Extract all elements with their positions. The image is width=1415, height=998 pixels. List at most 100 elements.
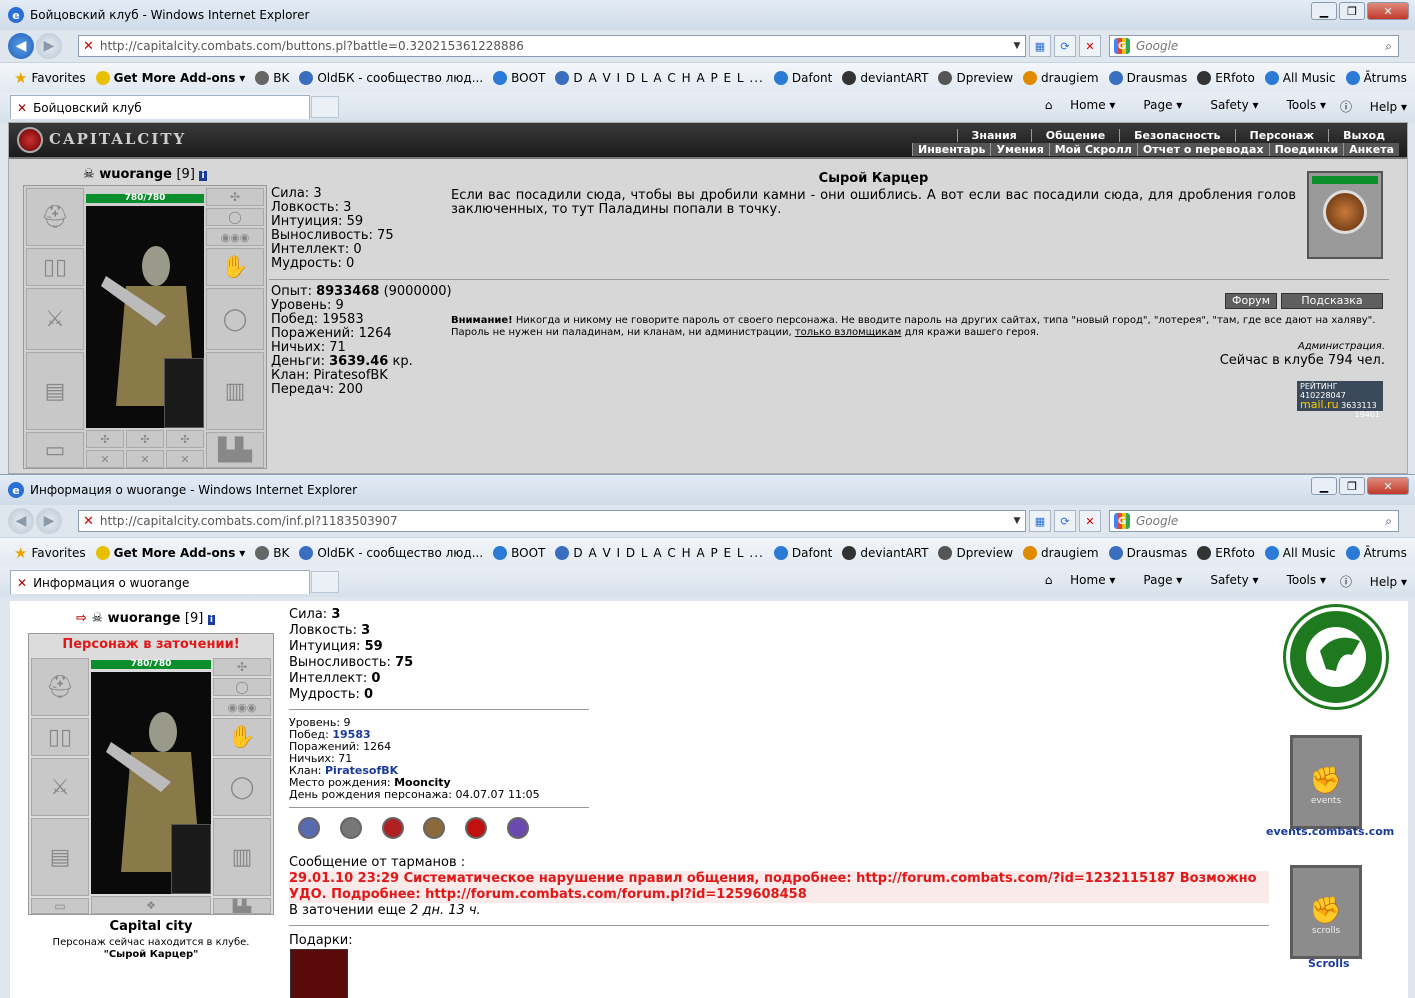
chevron-down-icon[interactable]: ▼ (1009, 41, 1025, 51)
menu-security[interactable]: Безопасность (1119, 129, 1234, 142)
owl-pet[interactable] (164, 358, 204, 428)
fav-link[interactable]: draugiem (1023, 545, 1099, 560)
amulet-slot[interactable]: ◯ (206, 208, 264, 226)
minimize-button[interactable]: ▁ (1311, 477, 1337, 495)
gift-item[interactable] (290, 949, 348, 998)
menu-communication[interactable]: Общение (1030, 129, 1119, 142)
safety-button[interactable]: Safety ▾ (1196, 98, 1258, 115)
char-name[interactable]: wuorange (108, 611, 181, 626)
favorites-button[interactable]: Favorites (31, 546, 85, 560)
menu-transfer-report[interactable]: Отчет о переводах (1136, 143, 1269, 156)
medal-icon[interactable] (339, 817, 362, 839)
fav-link[interactable]: D A V I D L A C H A P E L ... (555, 545, 763, 560)
fav-link[interactable]: Ātrums (1345, 545, 1407, 560)
fav-link[interactable]: BOOT (493, 545, 545, 560)
home-button[interactable]: ⌂ Home ▾ (1045, 98, 1116, 115)
search-input[interactable]: G Google ⌕ (1109, 35, 1399, 57)
menu-fights[interactable]: Поединки (1268, 143, 1344, 156)
info-icon[interactable]: i (207, 615, 215, 625)
medal-icon[interactable] (423, 817, 446, 839)
forum-button[interactable]: Форум (1225, 293, 1277, 309)
fav-link[interactable]: Drausmas (1108, 70, 1187, 85)
menu-inventory[interactable]: Инвентарь (912, 143, 990, 156)
weapon-slot[interactable]: ⚔ (26, 288, 84, 350)
runes-slot[interactable]: ❖ (91, 896, 211, 914)
helmet-slot[interactable]: ⛑ (31, 658, 89, 716)
boots-slot[interactable]: ▙▙ (206, 432, 264, 468)
back-button[interactable]: ◀ (8, 508, 34, 534)
fav-link[interactable]: Drausmas (1108, 545, 1187, 560)
medal-icon[interactable] (381, 817, 404, 839)
fav-link[interactable]: BK (255, 545, 289, 560)
armor-slot[interactable]: ▤ (31, 818, 89, 896)
help-button[interactable]: ⓘ Help ▾ (1340, 573, 1407, 590)
page-button[interactable]: Page ▾ (1129, 98, 1182, 115)
maximize-button[interactable]: ❐ (1339, 2, 1365, 20)
address-bar[interactable]: ✕ http://capitalcity.combats.com/inf.pl?… (78, 510, 1026, 532)
gloves-slot[interactable]: ✋ (213, 718, 271, 756)
close-button[interactable]: ✕ (1367, 2, 1409, 20)
fav-link[interactable]: BK (255, 70, 289, 85)
scrolls-banner[interactable]: ✊ scrolls (1290, 865, 1362, 959)
address-bar[interactable]: ✕ http://capitalcity.combats.com/buttons… (78, 35, 1026, 57)
fav-link[interactable]: ERfoto (1197, 70, 1255, 85)
forward-button[interactable]: ▶ (36, 508, 62, 534)
goat-emblem[interactable] (1286, 607, 1386, 707)
chevron-down-icon[interactable]: ▼ (1009, 516, 1025, 526)
events-link[interactable]: events.combats.com (1266, 825, 1394, 838)
fav-link[interactable]: OldБК - сообщество люд... (299, 545, 483, 560)
fav-link[interactable]: D A V I D L A C H A P E L ... (555, 70, 763, 85)
legs-slot[interactable]: ▥ (213, 818, 271, 896)
get-addons-button[interactable]: Get More Add-ons ▾ (95, 70, 245, 85)
earring-slot[interactable]: ✣ (213, 658, 271, 676)
weapon-slot[interactable]: ⚔ (31, 758, 89, 816)
ring-slot[interactable]: ✣ (126, 430, 164, 448)
belt-slot[interactable]: ▭ (26, 432, 84, 468)
shield-slot[interactable]: ◯ (206, 288, 264, 350)
menu-my-scroll[interactable]: Мой Скролл (1048, 143, 1137, 156)
menu-exit[interactable]: Выход (1328, 129, 1399, 142)
rune-slot[interactable]: ✕ (166, 450, 204, 468)
new-tab-button[interactable] (311, 96, 339, 118)
rings-slot[interactable]: ◉◉◉ (213, 698, 271, 716)
tools-button[interactable]: Tools ▾ (1273, 98, 1326, 115)
owl-pet[interactable] (171, 824, 211, 894)
favorites-button[interactable]: Favorites (31, 71, 85, 85)
events-banner[interactable]: ✊ events (1290, 735, 1362, 829)
medal-icon[interactable] (465, 817, 488, 839)
fav-link[interactable]: OldБК - сообщество люд... (299, 70, 483, 85)
fav-link[interactable]: Dafont (773, 70, 832, 85)
menu-profile[interactable]: Анкета (1343, 143, 1399, 156)
fav-link[interactable]: draugiem (1023, 70, 1099, 85)
menu-knowledge[interactable]: Знания (956, 129, 1031, 142)
armor-slot[interactable]: ▤ (26, 352, 84, 430)
compat-view-button[interactable]: ▦ (1029, 35, 1051, 57)
bracers-slot[interactable]: ▯▯ (26, 248, 84, 286)
forward-button[interactable]: ▶ (36, 33, 62, 59)
tools-button[interactable]: Tools ▾ (1273, 573, 1326, 590)
gloves-slot[interactable]: ✋ (206, 248, 264, 286)
info-icon[interactable]: i (199, 171, 207, 181)
hint-button[interactable]: Подсказка (1281, 293, 1383, 309)
back-button[interactable]: ◀ (8, 33, 34, 59)
search-icon[interactable]: ⌕ (1385, 514, 1392, 529)
rune-slot[interactable]: ✕ (126, 450, 164, 468)
tab-active[interactable]: ✕ Информация о wuorange (10, 570, 310, 594)
minimize-button[interactable]: ▁ (1311, 2, 1337, 20)
fav-link[interactable]: Dpreview (938, 70, 1013, 85)
fav-link[interactable]: deviantART (842, 70, 928, 85)
mail-ru-counter[interactable]: РЕЙТИНГ 410228047 mail.ru 3633113 19401 (1297, 381, 1383, 419)
scrolls-link[interactable]: Scrolls (1308, 957, 1350, 970)
fav-link[interactable]: Ātrums (1345, 70, 1407, 85)
belt-slot[interactable]: ▭ (31, 898, 89, 914)
fav-link[interactable]: ERfoto (1197, 545, 1255, 560)
home-button[interactable]: ⌂ Home ▾ (1045, 573, 1116, 590)
rune-slot[interactable]: ✕ (86, 450, 124, 468)
compat-view-button[interactable]: ▦ (1029, 510, 1051, 532)
refresh-button[interactable]: ⟳ (1054, 35, 1076, 57)
boots-slot[interactable]: ▙▙ (213, 898, 271, 914)
page-button[interactable]: Page ▾ (1129, 573, 1182, 590)
stop-button[interactable]: ✕ (1079, 35, 1101, 57)
help-button[interactable]: ⓘ Help ▾ (1340, 98, 1407, 115)
fav-link[interactable]: deviantART (842, 545, 928, 560)
